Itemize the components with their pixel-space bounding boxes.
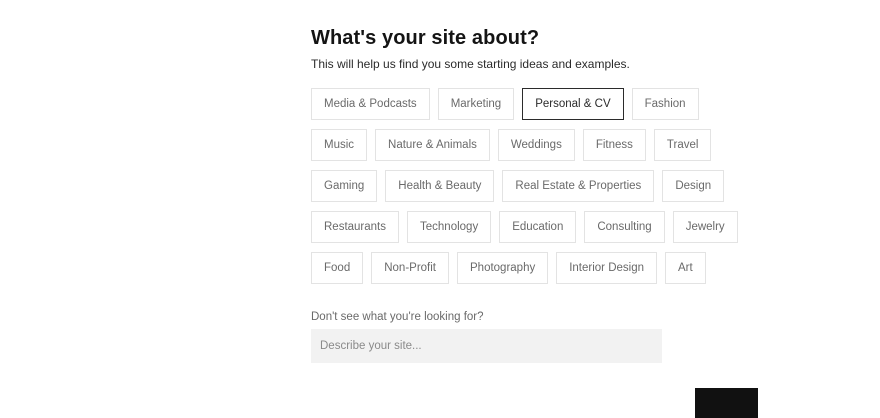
category-chip-row: Restaurants Technology Education Consulting… (311, 211, 771, 243)
category-chip-real-estate-and-properties[interactable]: Real Estate & Properties (502, 170, 655, 202)
category-chip-art[interactable]: Art (665, 252, 706, 284)
category-chip-interior-design[interactable]: Interior Design (556, 252, 658, 284)
category-chip-design[interactable]: Design (662, 170, 725, 202)
category-chip-fitness[interactable]: Fitness (582, 129, 646, 161)
category-chip-weddings[interactable]: Weddings (497, 129, 575, 161)
category-chip-media-and-podcasts[interactable]: Media & Podcasts (311, 88, 430, 120)
page-title: What's your site about? (311, 27, 540, 49)
category-chip-travel[interactable]: Travel (653, 129, 712, 161)
describe-site-input[interactable] (311, 329, 662, 363)
category-chip-nature-and-animals[interactable]: Nature & Animals (375, 129, 490, 161)
category-chip-technology[interactable]: Technology (407, 211, 492, 243)
category-chip-education[interactable]: Education (499, 211, 577, 243)
category-chip-personal-and-cv[interactable]: Personal & CV (522, 88, 624, 120)
other-prompt-label: Don't see what you're looking for? (311, 311, 484, 323)
category-chip-food[interactable]: Food (311, 252, 364, 284)
category-chip-consulting[interactable]: Consulting (584, 211, 665, 243)
category-chip-list: Media & Podcasts Marketing Personal & CV Fa… (311, 88, 771, 293)
category-chip-row: Gaming Health & Beauty Real Estate & Prope… (311, 170, 771, 202)
category-chip-row: Music Nature & Animals Weddings Fitness Trav… (311, 129, 771, 161)
category-chip-health-and-beauty[interactable]: Health & Beauty (385, 170, 495, 202)
category-chip-non-profit[interactable]: Non-Profit (371, 252, 449, 284)
category-chip-marketing[interactable]: Marketing (437, 88, 515, 120)
category-chip-row: Food Non-Profit Photography Interior Design… (311, 252, 771, 284)
category-chip-restaurants[interactable]: Restaurants (311, 211, 400, 243)
category-chip-jewelry[interactable]: Jewelry (672, 211, 738, 243)
category-chip-row: Media & Podcasts Marketing Personal & CV Fa… (311, 88, 771, 120)
page-subtitle: This will help us find you some starting… (311, 57, 630, 71)
category-chip-fashion[interactable]: Fashion (631, 88, 699, 120)
category-chip-gaming[interactable]: Gaming (311, 170, 378, 202)
category-chip-music[interactable]: Music (311, 129, 368, 161)
category-chip-photography[interactable]: Photography (457, 252, 549, 284)
continue-button[interactable] (695, 388, 758, 418)
intro-section: What's your site about? This will help u… (311, 26, 771, 72)
